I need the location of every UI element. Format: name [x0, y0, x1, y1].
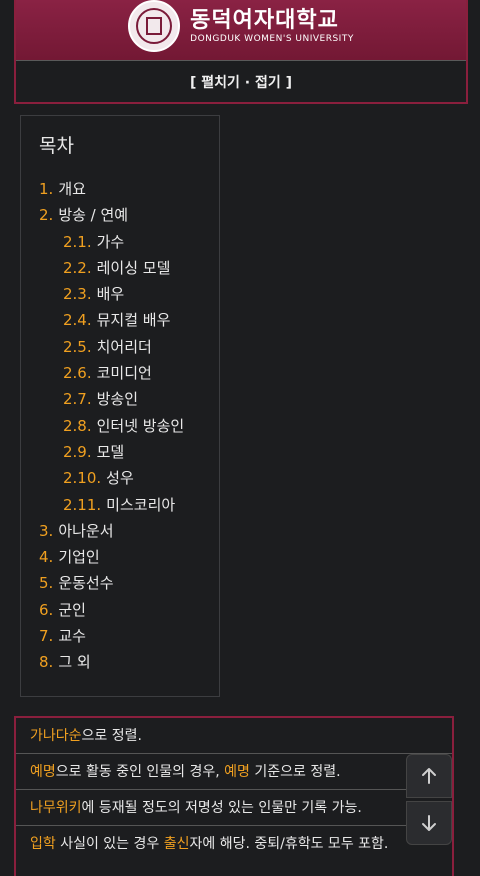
toc-list: 1. 개요 2. 방송 / 연예 2.1. 가수 2.2. 레이싱 모델 2.3. 배우 2.4. 뮤…	[39, 176, 219, 676]
toc-item-number[interactable]: 2.6.	[63, 364, 92, 382]
toc-item[interactable]: 8. 그 외	[39, 649, 219, 675]
toc-item-number[interactable]: 7.	[39, 627, 53, 645]
toc-item-number[interactable]: 2.5.	[63, 338, 92, 356]
toc-item[interactable]: 3. 아나운서	[39, 518, 219, 544]
toc-item-number[interactable]: 3.	[39, 522, 53, 540]
toc-item-number[interactable]: 2.3.	[63, 285, 92, 303]
toc-item[interactable]: 2.7. 방송인	[39, 386, 219, 412]
toc-item[interactable]: 2.3. 배우	[39, 281, 219, 307]
toc-item-number[interactable]: 2.2.	[63, 259, 92, 277]
toc-item[interactable]: 2.10. 성우	[39, 465, 219, 491]
toc-item-label: 배우	[96, 285, 125, 304]
university-header: 동덕여자대학교 DONGDUK WOMEN'S UNIVERSITY [ 펼치기…	[14, 0, 468, 104]
toc-item-label: 레이싱 모델	[96, 258, 171, 277]
toc-item[interactable]: 4. 기업인	[39, 544, 219, 570]
note-row: 가나다순으로 정렬.	[16, 718, 452, 754]
note-row: 나무위키에 등재될 정도의 저명성 있는 인물만 기록 가능.	[16, 790, 452, 826]
expand-collapse-toggle[interactable]: [ 펼치기 · 접기 ]	[16, 60, 466, 102]
toc-item-label: 뮤지컬 배우	[96, 311, 171, 330]
toc-item-label: 모델	[96, 442, 125, 461]
note-link[interactable]: 출신	[164, 836, 190, 852]
toc-item-number[interactable]: 2.	[39, 206, 53, 224]
note-text: 에 등재될 정도의 저명성 있는 인물만 기록 가능.	[81, 800, 362, 816]
toc-item-number[interactable]: 1.	[39, 180, 53, 198]
toc-item[interactable]: 6. 군인	[39, 597, 219, 623]
toc-item-label: 운동선수	[58, 574, 114, 593]
toc-item[interactable]: 5. 운동선수	[39, 570, 219, 596]
note-text: 자에 해당. 중퇴/휴학도 모두 포함.	[189, 836, 389, 852]
toc-item[interactable]: 2.5. 치어리더	[39, 334, 219, 360]
toc-item-number[interactable]: 2.1.	[63, 233, 92, 251]
university-seal-logo	[128, 0, 181, 52]
toc-item-label: 미스코리아	[106, 495, 176, 514]
toc-item-label: 가수	[96, 232, 125, 251]
university-banner[interactable]: 동덕여자대학교 DONGDUK WOMEN'S UNIVERSITY	[16, 0, 466, 60]
note-text: 으로 활동 중인 인물의 경우,	[55, 764, 225, 780]
scroll-up-button[interactable]	[406, 754, 452, 798]
toc-title: 목차	[39, 135, 74, 157]
toc-item-label: 개요	[58, 180, 86, 198]
toc-item-number[interactable]: 5.	[39, 574, 53, 592]
toc-item[interactable]: 2. 방송 / 연예	[39, 202, 219, 228]
toc-item[interactable]: 2.6. 코미디언	[39, 360, 219, 386]
toc-item-label: 방송 / 연예	[58, 206, 129, 225]
toc-item-label: 그 외	[58, 653, 91, 672]
toc-item-number[interactable]: 2.11.	[63, 496, 101, 514]
university-name-en: DONGDUK WOMEN'S UNIVERSITY	[190, 34, 354, 44]
note-link[interactable]: 가나다순	[30, 728, 82, 744]
note-link[interactable]: 예명	[224, 764, 250, 780]
toc-item-number[interactable]: 2.9.	[63, 443, 92, 461]
scroll-down-button[interactable]	[406, 801, 452, 845]
toc-item-label: 아나운서	[58, 521, 114, 540]
toc-item[interactable]: 2.4. 뮤지컬 배우	[39, 307, 219, 333]
toc-item-number[interactable]: 2.4.	[63, 311, 92, 329]
toc-item-label: 기업인	[58, 548, 100, 567]
toc-item[interactable]: 2.8. 인터넷 방송인	[39, 413, 219, 439]
toc-item[interactable]: 7. 교수	[39, 623, 219, 649]
note-row: 예명으로 활동 중인 인물의 경우, 예명 기준으로 정렬.	[16, 754, 452, 790]
toc-item[interactable]: 1. 개요	[39, 176, 219, 202]
toc-item-label: 코미디언	[96, 364, 152, 383]
note-text: 사실이 있는 경우	[55, 836, 164, 852]
note-text: 으로 정렬.	[81, 728, 142, 744]
note-row: 입학 사실이 있는 경우 출신자에 해당. 중퇴/휴학도 모두 포함.	[16, 826, 452, 862]
toc-item-number[interactable]: 6.	[39, 601, 53, 619]
toc-item-number[interactable]: 2.8.	[63, 417, 92, 435]
note-text: 기준으로 정렬.	[249, 764, 341, 780]
note-link[interactable]: 예명	[30, 764, 56, 780]
toc-item-number[interactable]: 4.	[39, 548, 53, 566]
university-name-kr: 동덕여자대학교	[190, 8, 339, 33]
toc-item-number[interactable]: 8.	[39, 653, 53, 671]
toc-item-label: 방송인	[96, 390, 139, 409]
toc-item-label: 군인	[58, 600, 86, 619]
arrow-up-icon	[422, 768, 436, 784]
toc-item-label: 교수	[58, 627, 86, 646]
toc-item[interactable]: 2.11. 미스코리아	[39, 492, 219, 518]
toc-item[interactable]: 2.9. 모델	[39, 439, 219, 465]
toc-item-label: 치어리더	[96, 337, 152, 356]
note-link[interactable]: 입학	[30, 836, 56, 852]
toc-item-label: 성우	[106, 469, 134, 488]
toc-item[interactable]: 2.1. 가수	[39, 229, 219, 255]
arrow-down-icon	[422, 815, 436, 831]
toc-item-number[interactable]: 2.10.	[63, 469, 101, 487]
note-link[interactable]: 나무위키	[30, 800, 82, 816]
toc-item[interactable]: 2.2. 레이싱 모델	[39, 255, 219, 281]
notes-box: 가나다순으로 정렬. 예명으로 활동 중인 인물의 경우, 예명 기준으로 정렬…	[14, 716, 454, 876]
table-of-contents: 목차 1. 개요 2. 방송 / 연예 2.1. 가수 2.2. 레이싱 모델 2.3. 배우 2.…	[20, 115, 220, 697]
toc-item-label: 인터넷 방송인	[96, 416, 185, 435]
toc-item-number[interactable]: 2.7.	[63, 390, 92, 408]
